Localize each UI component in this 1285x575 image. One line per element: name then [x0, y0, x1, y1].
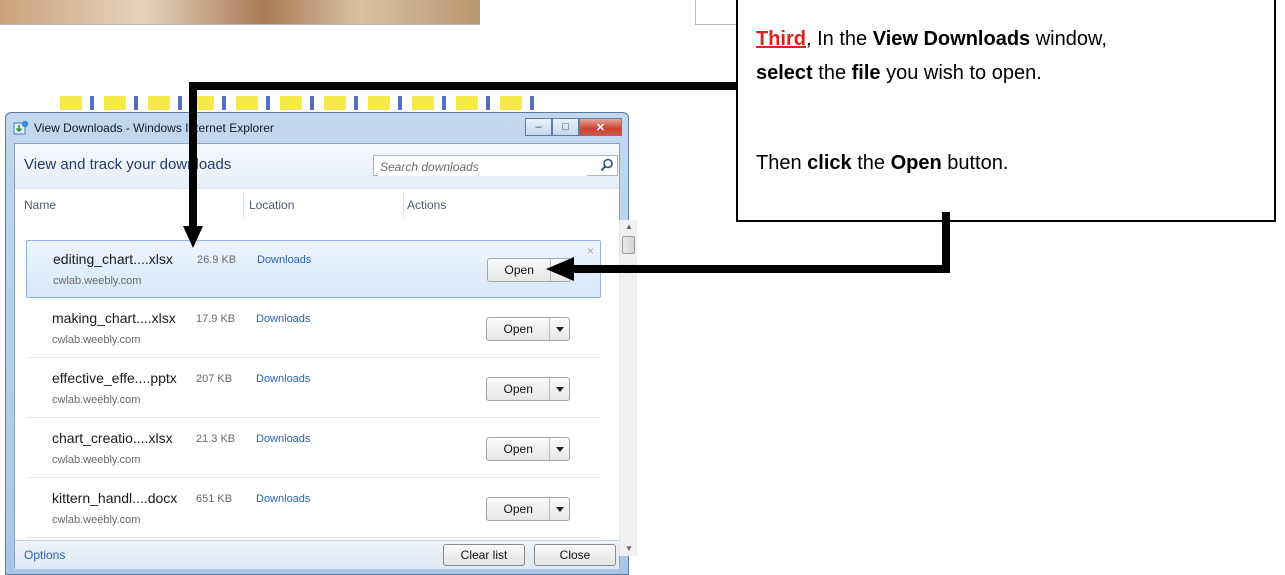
file-name: making_chart....xlsx — [52, 310, 176, 326]
open-dropdown-arrow-icon[interactable] — [550, 378, 569, 400]
close-window-button[interactable]: ✕ — [579, 118, 622, 136]
file-name: editing_chart....xlsx — [53, 251, 173, 267]
column-header-location[interactable]: Location — [249, 198, 294, 212]
downloads-footer: Options Clear list Close — [15, 540, 619, 569]
file-size: 26.9 KB — [197, 254, 237, 266]
open-button[interactable]: Open — [487, 378, 551, 400]
column-header-actions[interactable]: Actions — [407, 198, 446, 212]
download-row[interactable]: kittern_handl....docx 651 KB Downloads c… — [26, 480, 601, 538]
list-scrollbar[interactable]: ▲ ▼ — [619, 220, 637, 556]
callout-text: the — [851, 152, 891, 174]
file-source: cwlab.weebly.com — [52, 394, 141, 406]
title-bar[interactable]: View Downloads - Windows Internet Explor… — [6, 113, 628, 143]
open-split-button: Open — [487, 258, 571, 282]
downloads-list: editing_chart....xlsx 26.9 KB Downloads … — [24, 240, 601, 540]
location-link[interactable]: Downloads — [256, 493, 310, 505]
open-button[interactable]: Open — [488, 259, 552, 281]
background-image-edge — [695, 0, 736, 25]
callout-emphasis: file — [851, 62, 881, 84]
remove-row-icon[interactable]: × — [587, 244, 594, 258]
open-split-button: Open — [486, 437, 570, 461]
callout-text: you wish to open. — [880, 62, 1042, 84]
file-size: 21.3 KB — [196, 433, 236, 445]
scroll-up-arrow-icon[interactable]: ▲ — [624, 222, 634, 232]
file-name: chart_creatio....xlsx — [52, 430, 173, 446]
maximize-button[interactable]: □ — [552, 118, 579, 136]
scroll-thumb[interactable] — [622, 236, 635, 254]
location-link[interactable]: Downloads — [256, 373, 310, 385]
open-split-button: Open — [486, 377, 570, 401]
open-dropdown-arrow-icon[interactable] — [550, 498, 569, 520]
clear-list-button[interactable]: Clear list — [443, 544, 525, 566]
open-split-button: Open — [486, 497, 570, 521]
file-size: 207 KB — [196, 373, 233, 385]
options-link[interactable]: Options — [24, 548, 65, 562]
open-dropdown-arrow-icon[interactable] — [550, 318, 569, 340]
download-row[interactable]: effective_effe....pptx 207 KB Downloads … — [26, 360, 601, 418]
callout-text: Then — [756, 152, 808, 174]
column-divider — [403, 192, 404, 218]
callout-line-1: Third, In the View Downloads window, — [756, 22, 1256, 56]
callout-line-3: Then click the Open button. — [756, 146, 1256, 180]
file-source: cwlab.weebly.com — [52, 514, 141, 526]
file-source: cwlab.weebly.com — [52, 454, 141, 466]
file-size: 651 KB — [196, 493, 233, 505]
downloads-header: View and track your downloads — [15, 144, 619, 189]
open-button[interactable]: Open — [487, 498, 551, 520]
download-row[interactable]: chart_creatio....xlsx 21.3 KB Downloads … — [26, 420, 601, 478]
callout-text: the — [812, 62, 852, 84]
download-row[interactable]: making_chart....xlsx 17.9 KB Downloads c… — [26, 300, 601, 358]
instruction-callout: Third, In the View Downloads window, sel… — [736, 0, 1276, 222]
background-banner-strip — [60, 96, 540, 110]
file-name: effective_effe....pptx — [52, 370, 177, 386]
location-link[interactable]: Downloads — [256, 313, 310, 325]
callout-emphasis: Open — [890, 152, 942, 174]
downloads-client-area: View and track your downloads Name Locat… — [14, 143, 637, 569]
open-button[interactable]: Open — [487, 318, 551, 340]
callout-emphasis: select — [756, 62, 813, 84]
file-name: kittern_handl....docx — [52, 490, 178, 506]
location-link[interactable]: Downloads — [257, 254, 311, 266]
file-source: cwlab.weebly.com — [53, 275, 142, 287]
search-icon[interactable] — [600, 158, 614, 172]
callout-text: , In the — [806, 28, 873, 50]
background-photo-strip — [0, 0, 480, 25]
callout-emphasis: click — [807, 152, 852, 174]
window-title: View Downloads - Windows Internet Explor… — [34, 121, 274, 135]
callout-text: button. — [941, 152, 1009, 174]
download-row-selected[interactable]: editing_chart....xlsx 26.9 KB Downloads … — [26, 240, 601, 298]
column-divider — [243, 192, 244, 218]
minimize-button[interactable]: – — [525, 118, 552, 136]
window-controls: – □ ✕ — [525, 118, 622, 136]
ie-downloads-icon — [13, 120, 29, 135]
file-source: cwlab.weebly.com — [52, 334, 141, 346]
search-input[interactable] — [378, 157, 587, 176]
step-label: Third — [756, 28, 806, 50]
open-split-button: Open — [486, 317, 570, 341]
search-box — [373, 155, 618, 176]
callout-emphasis: View Downloads — [872, 28, 1031, 50]
file-size: 17.9 KB — [196, 313, 236, 325]
callout-text: window, — [1030, 28, 1107, 50]
scroll-down-arrow-icon[interactable]: ▼ — [624, 544, 634, 554]
view-downloads-window: View Downloads - Windows Internet Explor… — [5, 112, 637, 575]
open-dropdown-arrow-icon[interactable] — [551, 259, 570, 281]
column-header-name[interactable]: Name — [24, 198, 56, 212]
open-dropdown-arrow-icon[interactable] — [550, 438, 569, 460]
page-title: View and track your downloads — [24, 156, 232, 173]
open-button[interactable]: Open — [487, 438, 551, 460]
location-link[interactable]: Downloads — [256, 433, 310, 445]
callout-line-2: select the file you wish to open. — [756, 56, 1256, 90]
close-button[interactable]: Close — [534, 544, 616, 566]
